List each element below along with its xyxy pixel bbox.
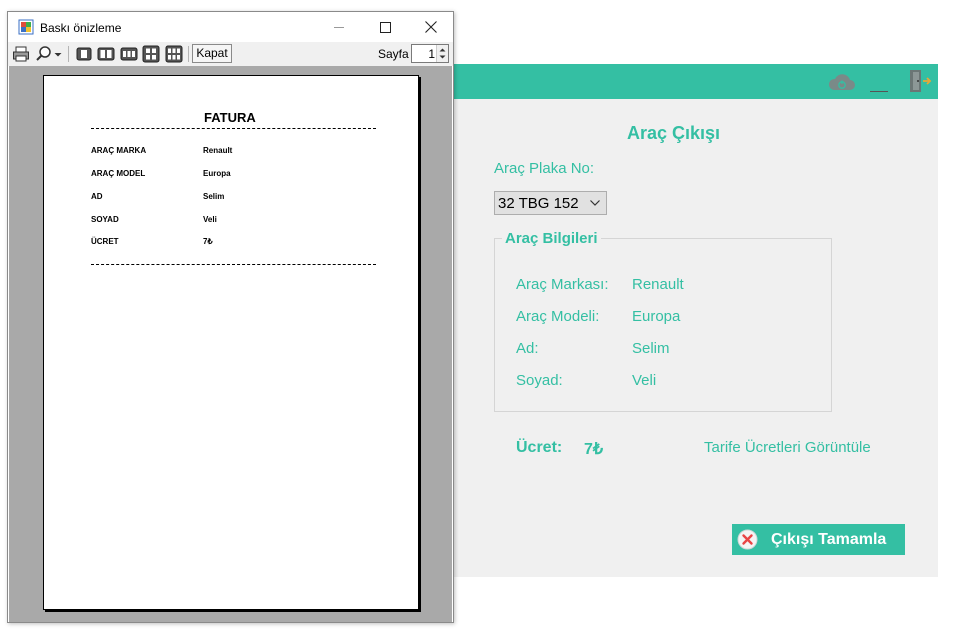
preview-canvas[interactable]: FATURA ARAÇ MARKA Renault ARAÇ MODEL Eur… <box>9 66 452 622</box>
last-name-value: Veli <box>632 372 657 389</box>
first-name-label: Ad: <box>516 340 539 357</box>
print-icon[interactable] <box>12 45 30 63</box>
cancel-circle-icon <box>737 529 758 550</box>
invoice-value-model: Europa <box>203 169 231 178</box>
chevron-down-icon <box>590 200 600 206</box>
zoom-icon[interactable] <box>35 45 53 63</box>
fee-value: 7₺ <box>584 441 604 458</box>
print-preview-titlebar[interactable]: Baskı önizleme <box>8 12 453 42</box>
model-label: Araç Modeli: <box>516 308 600 325</box>
invoice-title: FATURA <box>204 110 256 125</box>
complete-exit-button[interactable]: Çıkışı Tamamla <box>732 524 905 555</box>
last-name-label: Soyad: <box>516 372 563 389</box>
page-number-value: 1 <box>428 47 435 61</box>
view-tariffs-link[interactable]: Tarife Ücretleri Görüntüle <box>704 439 871 456</box>
plate-number-dropdown[interactable]: 32 TBG 152 <box>494 191 607 215</box>
invoice-label-model: ARAÇ MODEL <box>91 169 146 178</box>
one-page-icon[interactable] <box>75 45 93 63</box>
print-preview-toolbar: Kapat Sayfa 1 <box>8 42 453 66</box>
invoice-label-brand: ARAÇ MARKA <box>91 146 147 155</box>
toolbar-separator <box>188 46 189 62</box>
first-name-value: Selim <box>632 340 670 357</box>
six-pages-icon[interactable] <box>165 45 183 63</box>
vehicle-exit-window: Araç Çıkışı Araç Plaka No: 32 TBG 152 Ar… <box>435 64 938 577</box>
print-preview-window: Baskı önizleme Kapat Sayfa 1 FATURA ARAÇ… <box>7 11 454 623</box>
two-pages-icon[interactable] <box>97 45 115 63</box>
three-pages-icon[interactable] <box>120 45 138 63</box>
page-number-stepper[interactable]: 1 <box>411 44 449 63</box>
invoice-value-first-name: Selim <box>203 192 225 201</box>
fee-label: Ücret: <box>516 439 563 456</box>
brand-value: Renault <box>632 276 684 293</box>
plate-number-label: Araç Plaka No: <box>494 160 595 177</box>
page-label: Sayfa <box>378 47 409 61</box>
spinner-arrows-icon[interactable] <box>436 45 448 62</box>
brand-label: Araç Markası: <box>516 276 609 293</box>
cloud-icon[interactable] <box>828 72 856 92</box>
invoice-bottom-divider <box>91 264 376 265</box>
model-value: Europa <box>632 308 681 325</box>
page-title: Araç Çıkışı <box>627 123 721 143</box>
exit-door-icon[interactable] <box>908 68 932 94</box>
print-preview-app-icon <box>18 19 34 35</box>
vehicle-info-group-title: Araç Bilgileri <box>502 230 601 247</box>
complete-exit-label: Çıkışı Tamamla <box>771 531 887 548</box>
invoice-value-fee: 7₺ <box>203 237 213 246</box>
window-maximize-button[interactable] <box>362 12 408 42</box>
invoice-label-last-name: SOYAD <box>91 215 119 224</box>
invoice-label-fee: ÜCRET <box>91 237 119 246</box>
window-minimize-button[interactable] <box>316 12 362 42</box>
four-pages-icon[interactable] <box>142 45 160 63</box>
minimize-button[interactable] <box>869 74 889 92</box>
app-header-bar <box>435 64 938 99</box>
window-close-button[interactable] <box>408 12 454 42</box>
zoom-dropdown-chevron-icon[interactable] <box>53 45 63 63</box>
close-icon <box>425 21 437 33</box>
close-preview-button[interactable]: Kapat <box>192 44 232 63</box>
invoice-value-last-name: Veli <box>203 215 217 224</box>
invoice-page: FATURA ARAÇ MARKA Renault ARAÇ MODEL Eur… <box>43 75 419 610</box>
plate-selected-value: 32 TBG 152 <box>498 195 579 212</box>
toolbar-separator <box>68 46 69 62</box>
invoice-top-divider <box>91 128 376 129</box>
invoice-value-brand: Renault <box>203 146 233 155</box>
invoice-label-first-name: AD <box>91 192 103 201</box>
print-preview-title: Baskı önizleme <box>40 21 122 35</box>
